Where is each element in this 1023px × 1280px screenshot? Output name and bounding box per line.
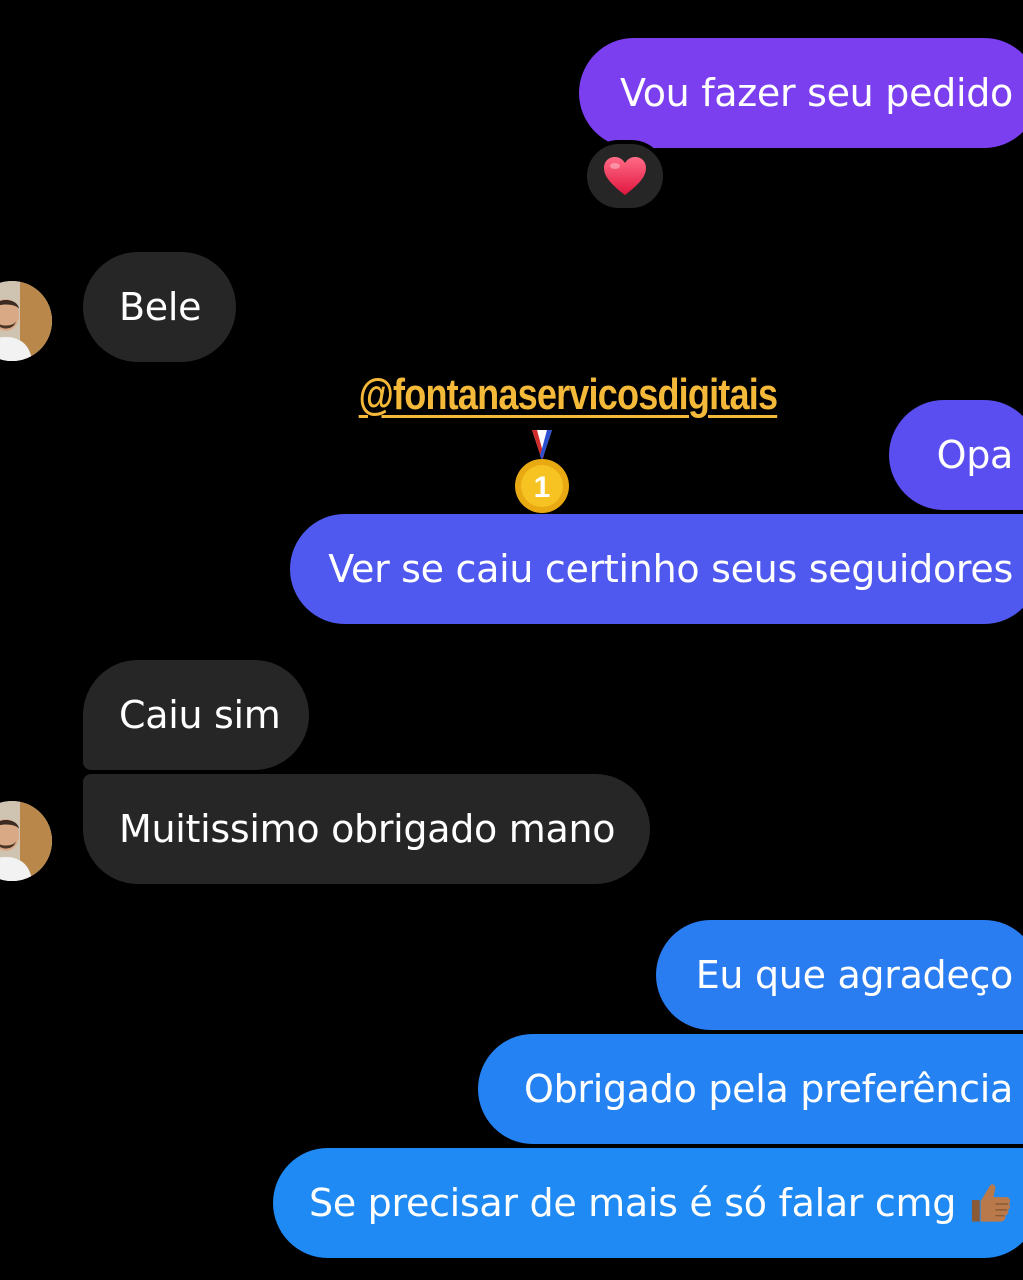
incoming-message-bubble[interactable]: Muitissimo obrigado mano xyxy=(83,774,650,884)
message-text: Se precisar de mais é só falar cmg xyxy=(309,1181,957,1225)
avatar-photo xyxy=(0,281,52,361)
thumbs-up-icon xyxy=(971,1184,1011,1222)
message-text: Caiu sim xyxy=(119,693,281,737)
outgoing-message-bubble[interactable]: Se precisar de mais é só falar cmg xyxy=(273,1148,1023,1258)
watermark-handle: @fontanaservicosdigitais xyxy=(358,370,778,419)
outgoing-message-bubble[interactable]: Opa xyxy=(889,400,1023,510)
svg-text:1: 1 xyxy=(534,471,551,504)
outgoing-message-bubble[interactable]: Ver se caiu certinho seus seguidores xyxy=(290,514,1023,624)
outgoing-message-bubble[interactable]: Eu que agradeço xyxy=(656,920,1023,1030)
outgoing-message-bubble[interactable]: Vou fazer seu pedido xyxy=(579,38,1023,148)
heart-icon xyxy=(604,157,646,195)
message-text: Ver se caiu certinho seus seguidores xyxy=(328,547,1013,591)
message-text: Obrigado pela preferência xyxy=(523,1067,1013,1111)
incoming-message-bubble[interactable]: Bele xyxy=(83,252,236,362)
contact-avatar[interactable] xyxy=(0,281,52,361)
message-text: Eu que agradeço xyxy=(695,953,1014,997)
contact-avatar[interactable] xyxy=(0,801,52,881)
avatar-photo xyxy=(0,801,52,881)
message-text: Opa xyxy=(936,433,1014,477)
first-place-medal-icon: 1 xyxy=(515,430,569,513)
message-text: Muitissimo obrigado mano xyxy=(119,807,616,851)
incoming-message-bubble[interactable]: Caiu sim xyxy=(83,660,309,770)
message-reaction[interactable] xyxy=(583,140,667,212)
message-text: Bele xyxy=(119,285,202,329)
message-text: Vou fazer seu pedido xyxy=(619,71,1013,115)
outgoing-message-bubble[interactable]: Obrigado pela preferência xyxy=(478,1034,1023,1144)
